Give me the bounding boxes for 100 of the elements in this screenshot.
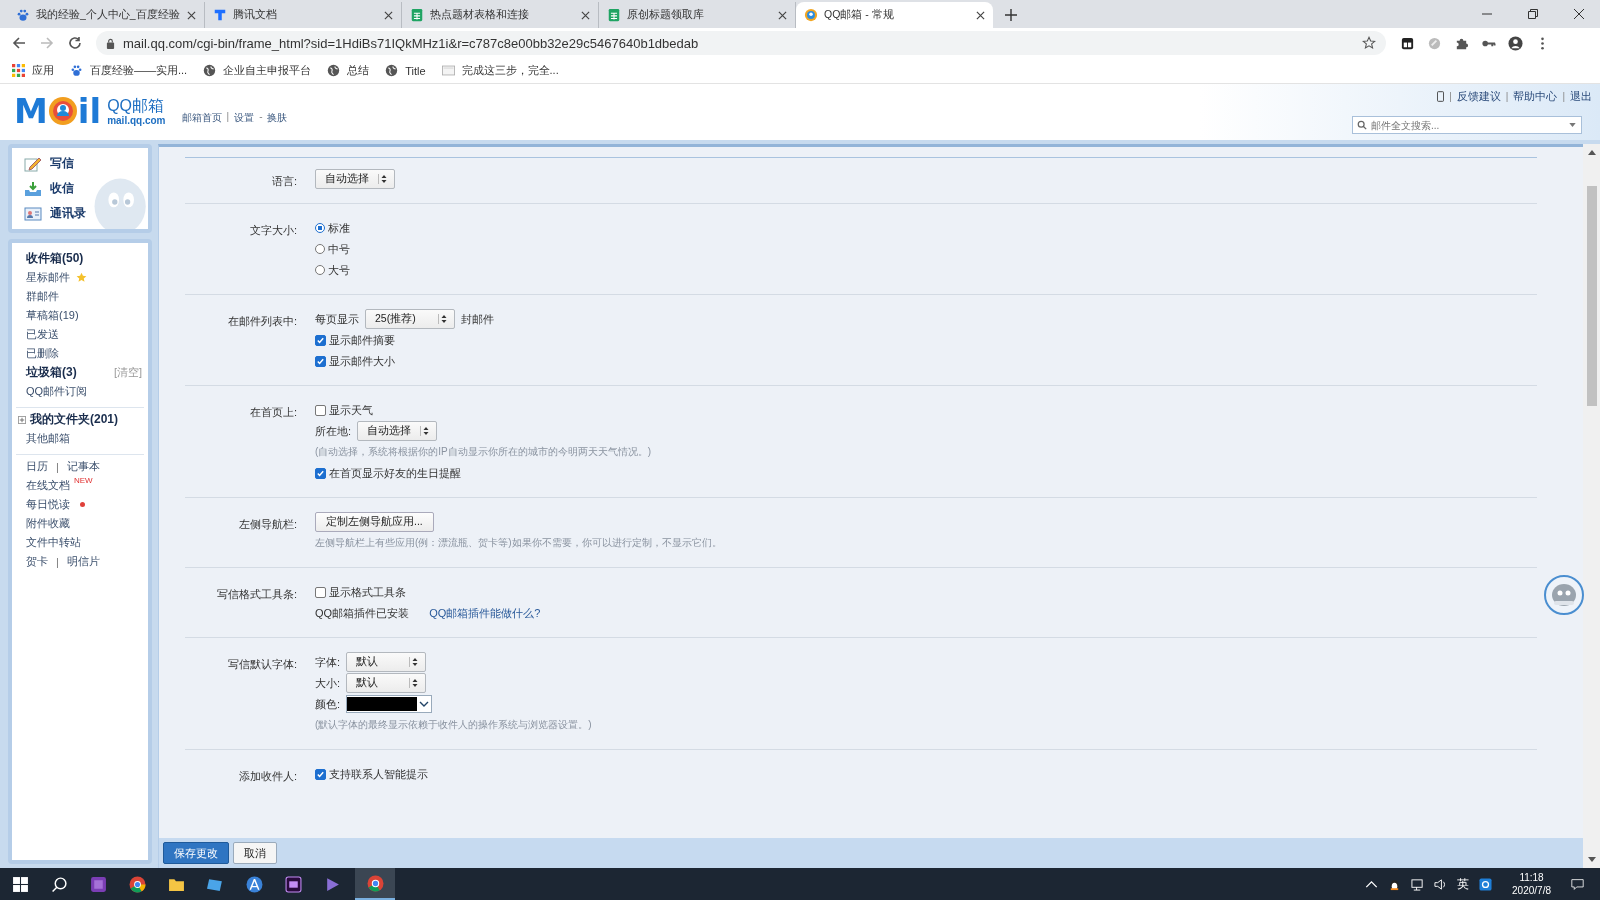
close-icon[interactable] xyxy=(187,10,196,20)
extension-icon[interactable] xyxy=(1400,35,1415,51)
lock-icon[interactable] xyxy=(106,37,115,49)
radio-button[interactable] xyxy=(315,244,325,254)
scroll-up-icon[interactable] xyxy=(1587,150,1596,155)
header-link[interactable]: 退出 xyxy=(1570,89,1592,104)
folder-link[interactable]: 群邮件 xyxy=(26,289,59,304)
radio-option[interactable]: 大号 xyxy=(315,262,350,278)
folder-link[interactable]: 文件中转站 xyxy=(26,535,81,550)
search-icon[interactable] xyxy=(51,875,68,893)
folder-link[interactable]: 收件箱(50) xyxy=(26,250,84,267)
browser-tab[interactable]: QQ邮箱 - 常规 xyxy=(796,2,993,28)
checkbox-option[interactable]: 在首页显示好友的生日提醒 xyxy=(315,465,461,481)
radio-option[interactable]: 标准 xyxy=(315,220,350,236)
radio-option[interactable]: 中号 xyxy=(315,241,350,257)
radio-button[interactable] xyxy=(315,265,325,275)
checkbox-option[interactable]: 显示邮件摘要 xyxy=(315,332,395,348)
video-editor-icon[interactable] xyxy=(285,875,302,893)
select-dropdown[interactable]: 自动选择 xyxy=(357,421,438,441)
penguin-icon[interactable] xyxy=(1388,877,1402,891)
folder-link[interactable]: 我的文件夹(201) xyxy=(30,411,118,428)
folder-link[interactable]: 草稿箱(19) xyxy=(26,308,79,323)
bookmark-link[interactable]: 企业自主申报平台 xyxy=(203,63,312,78)
reload-icon[interactable] xyxy=(68,36,82,50)
close-icon[interactable] xyxy=(581,10,590,20)
header-link[interactable]: 换肤 xyxy=(267,111,288,125)
taskbar-item[interactable] xyxy=(355,868,395,900)
checkbox-option[interactable]: 支持联系人智能提示 xyxy=(315,766,428,782)
folder-link[interactable]: 已发送 xyxy=(26,327,59,342)
header-link[interactable]: 反馈建议 xyxy=(1456,89,1501,104)
notes-app-icon[interactable] xyxy=(90,875,107,893)
bookmark-star-icon[interactable] xyxy=(1362,36,1376,50)
windows-start-icon[interactable] xyxy=(12,875,29,893)
folder-link[interactable]: 记事本 xyxy=(66,459,100,474)
select-dropdown[interactable]: 25(推荐) xyxy=(365,309,455,329)
new-tab-icon[interactable] xyxy=(1005,9,1017,21)
checkbox[interactable] xyxy=(315,355,326,367)
input-method-indicator[interactable]: 英 xyxy=(1457,875,1470,893)
sidebar-action[interactable]: 写信 xyxy=(12,151,148,176)
caret-icon[interactable] xyxy=(1569,123,1576,127)
checkbox[interactable] xyxy=(315,467,326,479)
checkbox-option[interactable]: 显示邮件大小 xyxy=(315,353,395,369)
checkbox[interactable] xyxy=(315,768,326,780)
header-link[interactable]: 邮箱首页 xyxy=(181,111,222,125)
folder-link[interactable]: 日历 xyxy=(26,459,48,474)
expand-icon[interactable] xyxy=(18,415,26,424)
sidebar-action[interactable]: 通讯录 xyxy=(12,201,148,226)
scroll-down-icon[interactable] xyxy=(1587,857,1596,862)
volume-icon[interactable] xyxy=(1434,877,1448,891)
select-dropdown[interactable]: 默认 xyxy=(346,652,427,672)
browser-app-icon[interactable] xyxy=(366,874,384,892)
header-link[interactable]: 设置 xyxy=(234,111,255,125)
bookmark-link[interactable]: 应用 xyxy=(12,63,54,78)
browser-app-icon[interactable] xyxy=(129,875,146,893)
clock[interactable]: 11:18 2020/7/8 xyxy=(1512,871,1551,897)
checkbox[interactable] xyxy=(315,334,326,346)
bookmark-link[interactable]: 百度经验——实用... xyxy=(70,63,188,78)
close-icon[interactable] xyxy=(976,10,985,20)
restore-icon[interactable] xyxy=(1528,9,1538,19)
select-dropdown[interactable]: 自动选择 xyxy=(315,169,395,189)
notification-icon[interactable] xyxy=(1571,877,1584,891)
bookmark-link[interactable]: Title xyxy=(385,64,426,77)
header-link[interactable]: 帮助中心 xyxy=(1513,89,1558,104)
scroll-thumb[interactable] xyxy=(1586,186,1597,406)
folder-link[interactable]: 在线文档 xyxy=(26,478,70,493)
profile-icon[interactable] xyxy=(1508,35,1523,51)
sidebar-action[interactable]: 收信 xyxy=(12,176,148,201)
folder-link[interactable]: 附件收藏 xyxy=(26,516,70,531)
address-field[interactable]: mail.qq.com/cgi-bin/frame_html?sid=1HdiBs71IQkMHz1i&r=c787c8e00bb32e29c5467640b1dbedab xyxy=(96,31,1386,55)
folder-link[interactable]: 垃圾箱(3) xyxy=(26,364,77,381)
close-icon[interactable] xyxy=(384,10,393,20)
assistant-icon[interactable] xyxy=(1544,575,1584,615)
search-field[interactable]: 邮件全文搜索... xyxy=(1352,116,1582,134)
cancel-button[interactable]: 取消 xyxy=(233,842,277,864)
close-icon[interactable] xyxy=(778,10,787,20)
save-button[interactable]: 保存更改 xyxy=(163,842,229,864)
color-picker[interactable] xyxy=(346,695,433,713)
checkbox[interactable] xyxy=(315,404,326,416)
app-icon[interactable] xyxy=(246,875,263,893)
phone-icon[interactable] xyxy=(1437,91,1445,102)
checkbox-option[interactable]: 显示格式工具条 xyxy=(315,584,406,600)
network-icon[interactable] xyxy=(1411,877,1425,891)
qq-tray-icon[interactable] xyxy=(1479,877,1493,891)
radio-button[interactable] xyxy=(315,223,325,233)
folder-link[interactable]: 每日悦读 xyxy=(26,497,70,512)
close-icon[interactable] xyxy=(1574,9,1584,19)
scrollbar[interactable] xyxy=(1583,144,1600,868)
customize-button[interactable]: 定制左侧导航应用... xyxy=(315,512,434,532)
folder-link[interactable]: QQ邮件订阅 xyxy=(26,384,88,399)
folder-link[interactable]: 已删除 xyxy=(26,346,59,361)
folder-link[interactable]: 明信片 xyxy=(66,554,100,569)
bookmark-link[interactable]: 完成这三步，完全... xyxy=(441,63,559,78)
checkbox[interactable] xyxy=(315,586,326,598)
help-link[interactable]: QQ邮箱插件能做什么? xyxy=(429,605,541,621)
select-dropdown[interactable]: 默认 xyxy=(346,673,427,693)
checkbox-option[interactable]: 显示天气 xyxy=(315,402,373,418)
folder-link[interactable]: 贺卡 xyxy=(26,554,48,569)
back-icon[interactable] xyxy=(12,36,26,50)
bookmark-link[interactable]: 总结 xyxy=(327,63,370,78)
folder-link[interactable]: 星标邮件 xyxy=(26,270,70,285)
